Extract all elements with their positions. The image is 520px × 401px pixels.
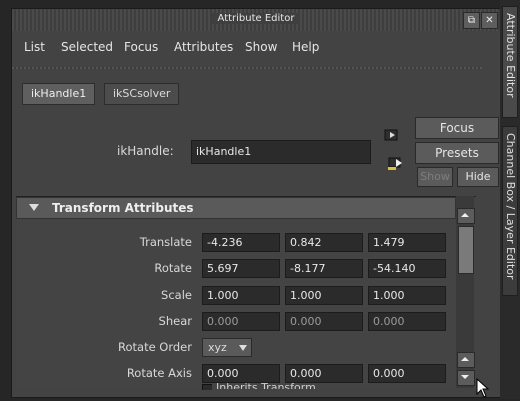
scroll-down-button[interactable] bbox=[457, 370, 475, 386]
tab-ikscsolver[interactable]: ikSCsolver bbox=[104, 83, 180, 105]
menu-show[interactable]: Show bbox=[245, 40, 277, 54]
title-bar[interactable]: Attribute Editor ⧉ ✕ bbox=[12, 9, 500, 31]
scale-z-field[interactable]: 1.000 bbox=[368, 286, 446, 305]
shear-label: Shear bbox=[158, 314, 192, 328]
section-title: Transform Attributes bbox=[52, 201, 194, 215]
chevron-down-icon bbox=[239, 345, 247, 351]
shear-x-field[interactable]: 0.000 bbox=[202, 312, 280, 331]
inherits-transform-checkbox[interactable] bbox=[202, 384, 212, 390]
menu-selected[interactable]: Selected bbox=[61, 40, 113, 54]
shear-z-field[interactable]: 0.000 bbox=[368, 312, 446, 331]
translate-x-field[interactable]: -4.236 bbox=[202, 233, 280, 252]
scroll-thumb[interactable] bbox=[458, 226, 474, 274]
rotate-axis-x-field[interactable]: 0.000 bbox=[202, 364, 280, 383]
menu-divider bbox=[12, 67, 482, 69]
focus-button[interactable]: Focus bbox=[415, 117, 499, 139]
menu-focus[interactable]: Focus bbox=[124, 40, 158, 54]
rotate-axis-y-field[interactable]: 0.000 bbox=[285, 364, 363, 383]
section-header[interactable]: Transform Attributes bbox=[16, 197, 456, 219]
scale-label: Scale bbox=[161, 288, 192, 302]
menu-attributes[interactable]: Attributes bbox=[174, 40, 233, 54]
hide-button[interactable]: Hide bbox=[457, 167, 499, 187]
inherits-transform-label: Inherits Transform bbox=[216, 382, 316, 389]
side-tab-attribute-editor[interactable]: Attribute Editor bbox=[502, 6, 518, 118]
rotate-x-field[interactable]: 5.697 bbox=[202, 259, 280, 278]
rotate-label: Rotate bbox=[154, 261, 192, 275]
side-tab-channel-box-label: Channel Box / Layer Editor bbox=[504, 133, 517, 280]
shear-y-field[interactable]: 0.000 bbox=[285, 312, 363, 331]
menu-help[interactable]: Help bbox=[292, 40, 319, 54]
menu-list[interactable]: List bbox=[24, 40, 45, 54]
side-tab-channel-box[interactable]: Channel Box / Layer Editor bbox=[502, 126, 518, 296]
rotate-axis-z-field[interactable]: 0.000 bbox=[368, 364, 446, 383]
scale-x-field[interactable]: 1.000 bbox=[202, 286, 280, 305]
rotate-axis-label: Rotate Axis bbox=[126, 366, 192, 380]
menu-bar: List Selected Focus Attributes Show Help bbox=[12, 35, 482, 57]
translate-z-field[interactable]: 1.479 bbox=[368, 233, 446, 252]
scroll-up-button[interactable] bbox=[457, 208, 475, 224]
side-dock: Attribute Editor Channel Box / Layer Edi… bbox=[500, 0, 520, 399]
window-title: Attribute Editor bbox=[211, 13, 301, 24]
mouse-cursor-icon bbox=[476, 377, 490, 398]
rotate-order-value: xyz bbox=[208, 341, 227, 354]
translate-y-field[interactable]: 0.842 bbox=[285, 233, 363, 252]
show-button[interactable]: Show bbox=[417, 167, 453, 187]
tab-ikhandle1[interactable]: ikHandle1 bbox=[22, 83, 96, 105]
scroll-up-arrow-lower[interactable] bbox=[457, 352, 475, 368]
node-tab-bar: ikHandle1 ikSCsolver bbox=[18, 75, 480, 107]
rotate-order-dropdown[interactable]: xyz bbox=[202, 338, 252, 357]
load-input-icon[interactable] bbox=[384, 129, 400, 142]
scrollbar[interactable] bbox=[456, 196, 475, 388]
rotate-y-field[interactable]: -8.177 bbox=[285, 259, 363, 278]
scale-y-field[interactable]: 1.000 bbox=[285, 286, 363, 305]
load-output-icon[interactable] bbox=[388, 155, 404, 171]
translate-label: Translate bbox=[139, 235, 192, 249]
node-name-label: ikHandle: bbox=[117, 144, 174, 158]
transform-attributes-section: Transform Attributes Translate -4.236 0.… bbox=[16, 196, 476, 390]
node-name-field[interactable]: ikHandle1 bbox=[191, 140, 371, 164]
collapse-triangle-icon[interactable] bbox=[29, 204, 39, 211]
presets-button[interactable]: Presets bbox=[415, 142, 499, 164]
side-tab-attribute-editor-label: Attribute Editor bbox=[504, 13, 517, 98]
rotate-order-label: Rotate Order bbox=[118, 340, 192, 354]
close-icon[interactable]: ✕ bbox=[481, 12, 498, 29]
float-icon[interactable]: ⧉ bbox=[463, 12, 480, 29]
rotate-z-field[interactable]: -54.140 bbox=[368, 259, 446, 278]
